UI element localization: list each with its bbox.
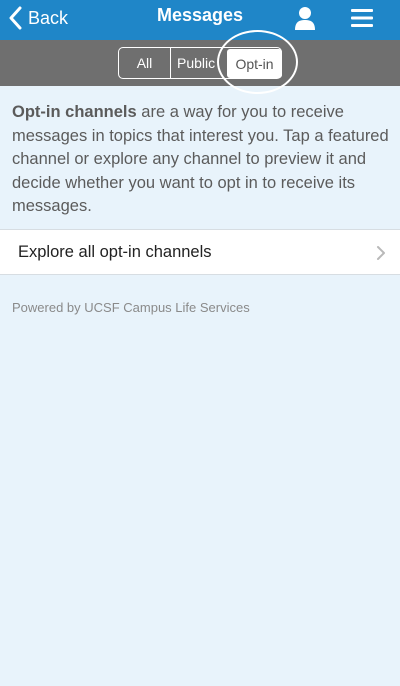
segment-bar: All Public Opt-in bbox=[0, 40, 400, 86]
intro-text: Opt-in channels are a way for you to rec… bbox=[12, 101, 390, 219]
back-label: Back bbox=[28, 7, 69, 28]
explore-label: Explore all opt-in channels bbox=[18, 242, 212, 261]
hamburger-menu-icon[interactable] bbox=[350, 8, 374, 28]
explore-channels-row[interactable]: Explore all opt-in channels bbox=[0, 229, 400, 275]
back-button[interactable]: Back bbox=[8, 4, 68, 32]
segment-optin[interactable]: Opt-in bbox=[227, 49, 282, 78]
chevron-right-icon bbox=[377, 246, 385, 260]
segment-all[interactable]: All bbox=[119, 48, 171, 78]
nav-bar: Back Messages bbox=[0, 0, 400, 40]
footer-text: Powered by UCSF Campus Life Services bbox=[12, 300, 250, 315]
person-icon[interactable] bbox=[292, 6, 318, 30]
segment-public[interactable]: Public bbox=[171, 48, 225, 78]
intro-bold: Opt-in channels bbox=[12, 103, 137, 121]
chevron-left-icon bbox=[9, 6, 22, 30]
